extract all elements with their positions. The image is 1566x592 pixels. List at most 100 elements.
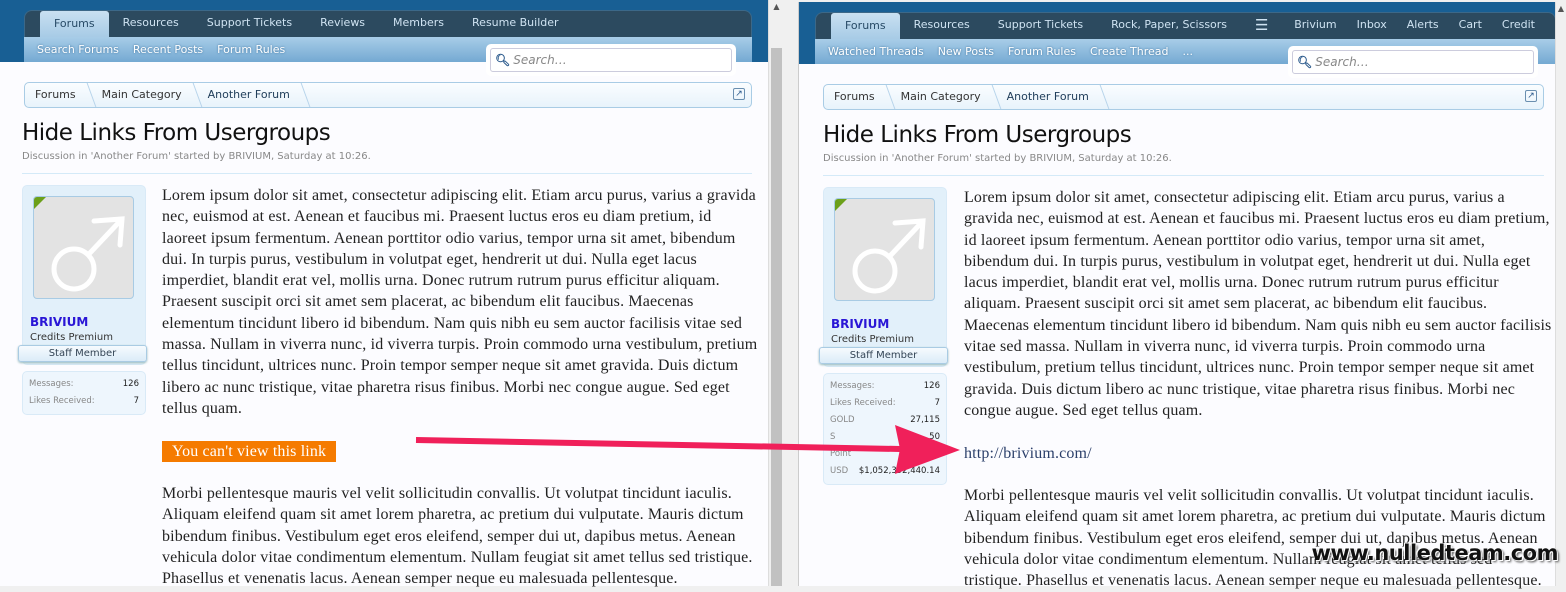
stat-row: Likes Received: 7 <box>29 393 139 410</box>
tab-support-tickets[interactable]: Support Tickets <box>193 10 306 37</box>
right-scrollbar[interactable]: ▲ <box>1555 2 1566 586</box>
tab-reviews[interactable]: Reviews <box>306 10 379 37</box>
scrollbar-thumb[interactable] <box>771 48 782 586</box>
subnav-search-forums[interactable]: Search Forums <box>30 43 126 56</box>
hidden-link-notice: You can't view this link <box>162 440 337 462</box>
breadcrumb: Forums Main Category Another Forum ↗ <box>823 84 1544 110</box>
post-paragraph: Morbi pellentesque mauris vel velit soll… <box>964 487 1546 590</box>
search-input[interactable]: 🔍︎ Search… <box>490 48 732 72</box>
account-inbox[interactable]: Inbox <box>1347 12 1397 39</box>
post-paragraph: Morbi pellentesque mauris vel velit soll… <box>162 485 753 588</box>
subnav-forum-rules[interactable]: Forum Rules <box>210 43 292 56</box>
post-link[interactable]: http://brivium.com/ <box>964 445 1092 462</box>
search-bar: 🔍︎ Search… <box>1288 46 1538 78</box>
search-placeholder: Search… <box>513 53 567 67</box>
search-input[interactable]: 🔍︎ Search… <box>1292 50 1534 74</box>
male-avatar-icon <box>852 218 926 294</box>
stat-label: Messages: <box>29 379 74 389</box>
tab-support-tickets[interactable]: Support Tickets <box>984 12 1097 39</box>
male-avatar-icon <box>51 216 125 292</box>
stat-value: $1,052,392,440.14 <box>858 466 940 476</box>
scroll-up-icon[interactable]: ▲ <box>1556 4 1566 13</box>
post-paragraph: Lorem ipsum dolor sit amet, consectetur … <box>162 187 758 417</box>
tab-resources[interactable]: Resources <box>109 10 193 37</box>
user-info: BRIVIUM Credits Premium Staff Member Mes… <box>18 185 147 415</box>
user-card: BRIVIUM Credits Premium Staff Member <box>819 187 948 367</box>
jump-to-icon[interactable]: ↗ <box>1525 90 1537 102</box>
stat-row: USD $1,052,392,440.14 <box>830 463 940 480</box>
breadcrumb-main-category[interactable]: Main Category <box>92 83 198 107</box>
account-brivium[interactable]: Brivium <box>1284 12 1346 39</box>
stat-label: S <box>830 432 836 442</box>
avatar[interactable] <box>33 196 134 299</box>
left-page: Forums Resources Support Tickets Reviews… <box>0 0 768 587</box>
tab-forums[interactable]: Forums <box>831 13 900 39</box>
breadcrumb-another-forum[interactable]: Another Forum <box>997 85 1105 109</box>
search-placeholder: Search… <box>1315 55 1369 69</box>
breadcrumb-forums[interactable]: Forums <box>824 85 891 109</box>
account-credit[interactable]: Credit <box>1492 12 1555 39</box>
user-card: BRIVIUM Credits Premium Staff Member <box>18 185 147 365</box>
subnav-new-posts[interactable]: New Posts <box>931 45 1001 58</box>
jump-to-icon[interactable]: ↗ <box>733 88 745 100</box>
stat-value: 7 <box>934 398 940 408</box>
avatar[interactable] <box>834 198 935 301</box>
staff-badge: Staff Member <box>819 347 948 364</box>
breadcrumb-another-forum[interactable]: Another Forum <box>198 83 306 107</box>
stat-label: Messages: <box>830 381 875 391</box>
stat-value: 50 <box>929 432 940 442</box>
account-alerts[interactable]: Alerts <box>1397 12 1449 39</box>
online-indicator <box>835 199 847 211</box>
tab-forums[interactable]: Forums <box>40 11 109 37</box>
stat-label: USD <box>830 466 849 476</box>
stat-value: 126 <box>122 379 139 389</box>
user-title: Credits Premium <box>30 332 113 343</box>
stat-row: GOLD 27,115 <box>830 412 940 429</box>
stat-label: Likes Received: <box>830 398 896 408</box>
subnav-more[interactable]: ... <box>1176 45 1201 58</box>
stat-value: 7 <box>133 396 139 406</box>
scroll-up-icon[interactable]: ▲ <box>769 2 784 11</box>
divider <box>823 175 1544 176</box>
post-paragraph: Lorem ipsum dolor sit amet, consectetur … <box>964 189 1552 419</box>
tab-resume-builder[interactable]: Resume Builder <box>458 10 573 37</box>
tab-rock-paper-scissors[interactable]: Rock, Paper, Scissors <box>1097 12 1241 39</box>
divider <box>22 173 752 174</box>
search-icon: 🔍︎ <box>1297 55 1313 69</box>
username[interactable]: BRIVIUM <box>30 315 88 329</box>
subnav-create-thread[interactable]: Create Thread <box>1083 45 1176 58</box>
stat-row: Point <box>830 446 940 463</box>
breadcrumb: Forums Main Category Another Forum ↗ <box>24 82 752 108</box>
watermark: www.nulledteam.com <box>1311 541 1559 565</box>
online-indicator <box>34 197 46 209</box>
stat-row: Messages: 126 <box>29 376 139 393</box>
post-content: Lorem ipsum dolor sit amet, consectetur … <box>964 187 1552 592</box>
subnav-recent-posts[interactable]: Recent Posts <box>126 43 210 56</box>
stat-label: GOLD <box>830 415 855 425</box>
user-title: Credits Premium <box>831 334 914 345</box>
hamburger-icon[interactable]: ☰ <box>1241 12 1282 39</box>
stat-value: 126 <box>923 381 940 391</box>
breadcrumb-main-category[interactable]: Main Category <box>891 85 997 109</box>
user-stats: Messages: 126 Likes Received: 7 <box>22 371 146 415</box>
left-scrollbar[interactable]: ▲ <box>768 0 784 586</box>
thread-meta: Discussion in 'Another Forum' started by… <box>823 153 1172 164</box>
post-content: Lorem ipsum dolor sit amet, consectetur … <box>162 185 760 590</box>
page-title: Hide Links From Usergroups <box>22 120 331 146</box>
search-icon: 🔍︎ <box>495 53 511 67</box>
subnav-watched-threads[interactable]: Watched Threads <box>821 45 931 58</box>
staff-badge: Staff Member <box>18 345 147 362</box>
tab-members[interactable]: Members <box>379 10 458 37</box>
username[interactable]: BRIVIUM <box>831 317 889 331</box>
stat-label: Point <box>830 449 852 459</box>
tab-resources[interactable]: Resources <box>900 12 984 39</box>
stat-label: Likes Received: <box>29 396 95 406</box>
breadcrumb-forums[interactable]: Forums <box>25 83 92 107</box>
stat-row: S 50 <box>830 429 940 446</box>
subnav-forum-rules[interactable]: Forum Rules <box>1001 45 1083 58</box>
user-info: BRIVIUM Credits Premium Staff Member Mes… <box>819 187 948 485</box>
account-cart[interactable]: Cart <box>1449 12 1492 39</box>
user-stats: Messages: 126 Likes Received: 7 GOLD 27,115… <box>823 373 947 485</box>
header: Forums Resources Support Tickets Rock, P… <box>815 12 1556 78</box>
right-page: Forums Resources Support Tickets Rock, P… <box>798 2 1566 589</box>
